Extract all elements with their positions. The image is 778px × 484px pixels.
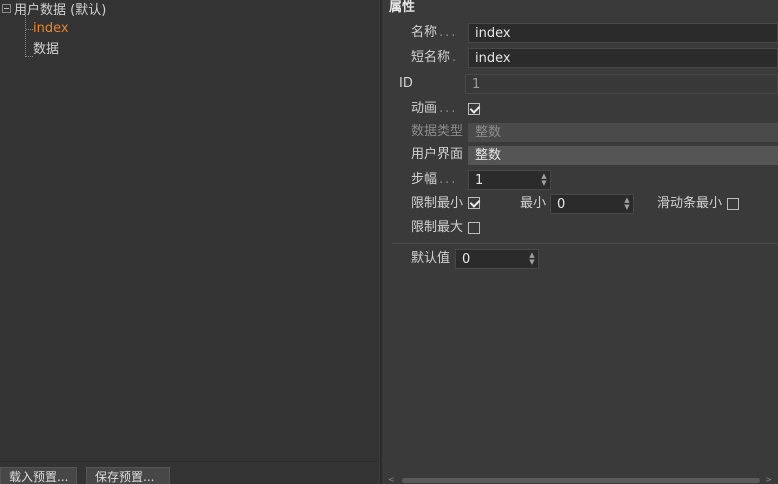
divider <box>392 243 778 244</box>
tree-item-index[interactable]: index <box>33 20 69 38</box>
collapse-icon[interactable] <box>2 4 11 13</box>
step-value: 1 <box>475 173 484 188</box>
horizontal-scrollbar[interactable]: < > <box>384 475 776 484</box>
animation-label: 动画... <box>411 101 458 116</box>
scroll-left-icon[interactable]: < <box>388 475 395 484</box>
short-name-field[interactable]: index <box>468 48 778 68</box>
limit-min-checkbox[interactable] <box>468 197 480 209</box>
step-spinbox[interactable]: 1 ▲ ▼ <box>468 170 551 190</box>
spin-arrows-icon[interactable]: ▲ ▼ <box>540 173 548 187</box>
short-name-label: 短名称. <box>411 50 459 65</box>
limit-max-checkbox[interactable] <box>468 222 480 234</box>
save-preset-button[interactable]: 保存预置... <box>86 467 170 484</box>
name-field[interactable]: index <box>468 23 778 43</box>
tree-root-item[interactable]: 用户数据 (默认) <box>2 0 107 18</box>
load-preset-button[interactable]: 载入预置... <box>0 467 78 484</box>
slider-min-label: 滑动条最小 <box>657 196 723 211</box>
user-interface-select[interactable]: 整数 <box>468 146 778 165</box>
tree-footer: 载入预置... 保存预置... <box>0 461 379 484</box>
tree-root-label: 用户数据 (默认) <box>14 2 107 18</box>
limit-min-label: 限制最小 <box>411 196 464 211</box>
default-value: 0 <box>462 252 471 267</box>
default-value-spinbox[interactable]: 0 ▲ ▼ <box>455 249 539 269</box>
properties-title: 属性 <box>389 0 416 15</box>
tree-connector <box>25 15 26 57</box>
user-interface-label: 用户界面 <box>411 147 464 162</box>
limit-max-label: 限制最大 <box>411 220 464 235</box>
scrollbar-thumb[interactable] <box>402 478 760 483</box>
min-label: 最小 <box>520 196 547 211</box>
spin-arrows-icon[interactable]: ▲ ▼ <box>623 197 631 211</box>
id-label: ID <box>399 76 413 91</box>
tree-item-data[interactable]: 数据 <box>33 41 59 59</box>
data-type-label: 数据类型 <box>411 124 464 139</box>
spin-arrows-icon[interactable]: ▲ ▼ <box>528 252 536 266</box>
tree-panel: 用户数据 (默认) index 数据 载入预置... 保存预置... <box>0 0 379 484</box>
id-field: 1 <box>465 74 778 94</box>
properties-panel: 属性 名称... index 短名称. index ID 1 动画... 数据类… <box>382 0 778 484</box>
name-label: 名称... <box>411 25 458 40</box>
scroll-right-icon[interactable]: > <box>765 475 772 484</box>
min-value: 0 <box>557 197 566 212</box>
min-spinbox[interactable]: 0 ▲ ▼ <box>550 194 634 214</box>
tree-connector <box>26 56 33 57</box>
animation-checkbox[interactable] <box>468 103 480 115</box>
step-label: 步幅... <box>411 172 458 187</box>
default-value-label: 默认值 <box>411 251 451 266</box>
user-data-editor: 用户数据 (默认) index 数据 载入预置... 保存预置... 属性 名称… <box>0 0 778 484</box>
data-type-field: 整数 <box>468 123 778 142</box>
tree-connector <box>26 29 33 30</box>
slider-min-checkbox[interactable] <box>727 198 739 210</box>
